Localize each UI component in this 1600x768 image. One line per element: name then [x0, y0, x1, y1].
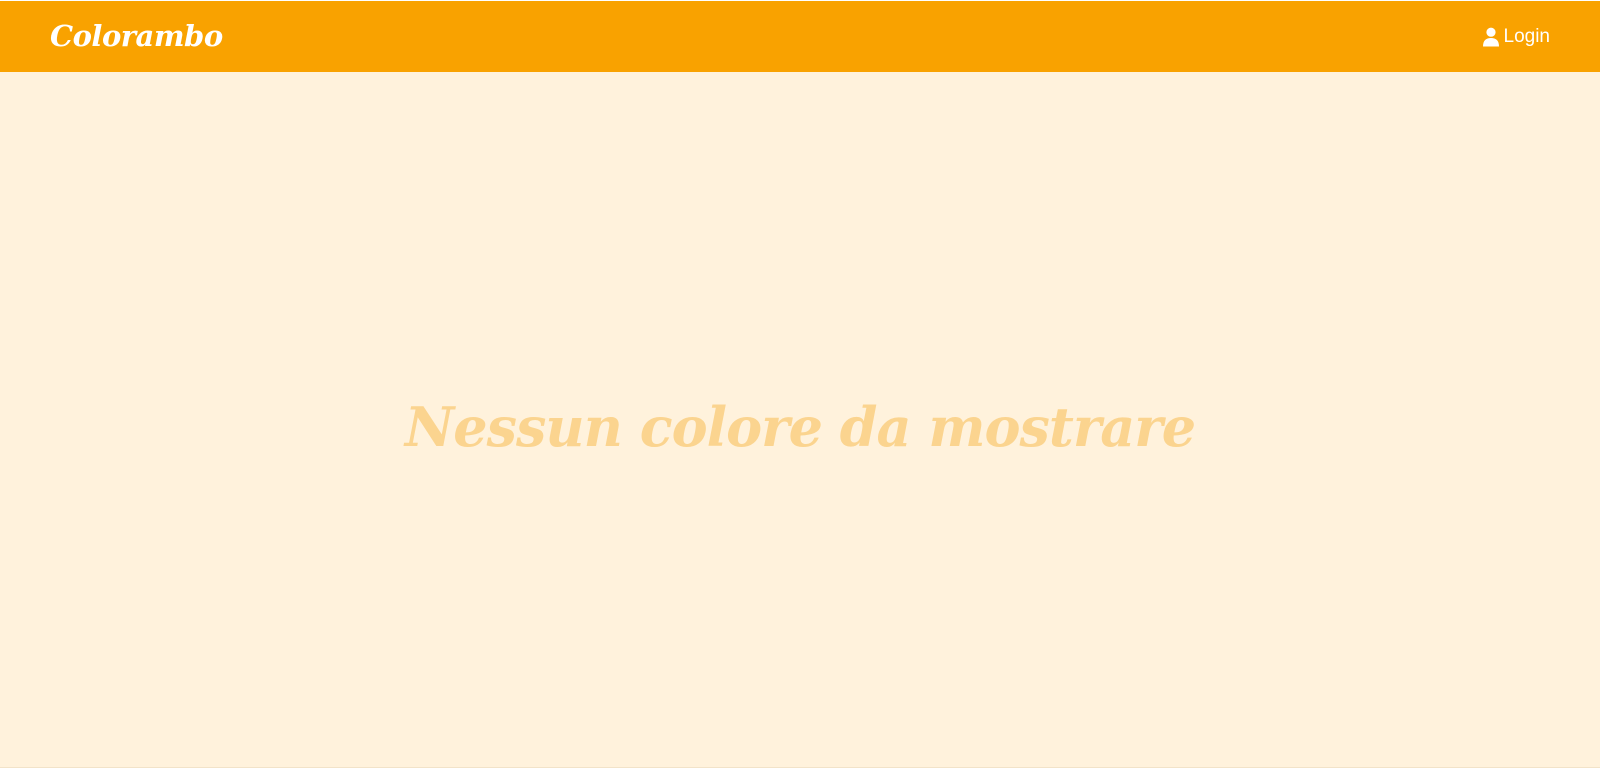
- login-label: Login: [1503, 26, 1551, 47]
- top-navbar: Colorambo Login: [0, 0, 1600, 72]
- main-content: Nessun colore da mostrare: [0, 72, 1600, 768]
- login-link[interactable]: Login: [1482, 25, 1551, 49]
- brand-logo[interactable]: Colorambo: [50, 18, 223, 54]
- empty-state-message: Nessun colore da mostrare: [404, 395, 1196, 459]
- user-icon: [1482, 27, 1500, 47]
